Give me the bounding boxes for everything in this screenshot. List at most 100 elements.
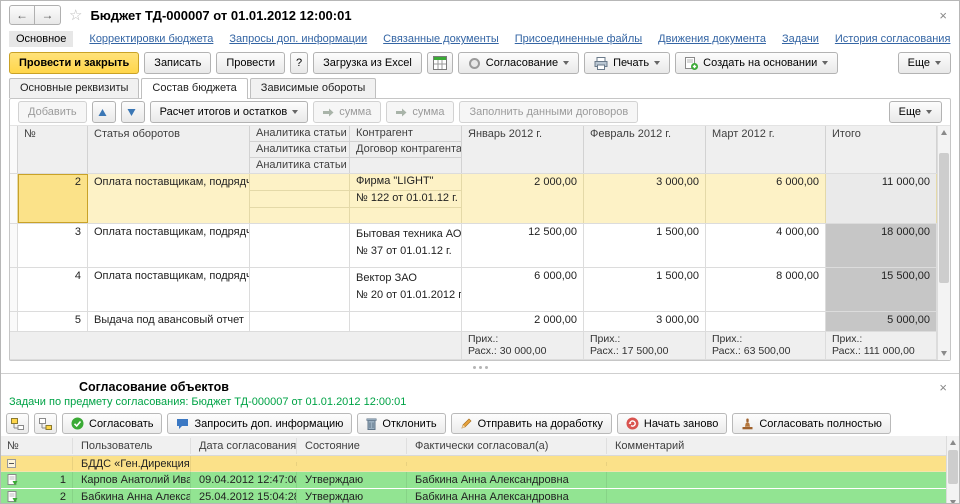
cell-item[interactable]: Оплата поставщикам, подрядчикам (88, 224, 250, 267)
save-button[interactable]: Записать (144, 52, 212, 74)
cell-counterparty[interactable]: Фирма "LIGHT" № 122 от 01.01.12 г. (350, 174, 462, 223)
cell-num[interactable]: 3 (18, 224, 88, 267)
cell-state[interactable]: Утверждаю (297, 472, 407, 488)
cell-analytics2[interactable] (250, 191, 349, 208)
tab-linked-documents[interactable]: Связанные документы (383, 33, 499, 45)
approval-close-icon[interactable]: × (935, 380, 951, 395)
cell-total[interactable]: 5 000,00 (826, 312, 937, 331)
cell-contract[interactable]: № 122 от 01.01.12 г. (350, 191, 461, 208)
reject-button[interactable]: Отклонить (357, 413, 446, 434)
cell-analytics3[interactable] (250, 208, 349, 223)
cell-user[interactable]: Карпов Анатолий Иванович (73, 472, 191, 488)
column-header-date[interactable]: Дата согласования (191, 437, 297, 454)
scroll-down-button[interactable] (938, 347, 950, 360)
move-up-button[interactable] (91, 101, 116, 123)
table-row[interactable]: 4 Оплата поставщикам, подрядчикам Вектор… (10, 268, 937, 312)
cell-mar[interactable]: 4 000,00 (706, 224, 826, 267)
column-header-feb[interactable]: Февраль 2012 г. (584, 126, 706, 173)
cell-jan[interactable]: 2 000,00 (462, 174, 584, 223)
cell-counterparty[interactable] (350, 312, 462, 331)
collapse-tree-button[interactable] (34, 413, 57, 434)
tab-tasks[interactable]: Задачи (782, 33, 819, 45)
move-down-button[interactable] (120, 101, 145, 123)
cell-mar[interactable]: 6 000,00 (706, 174, 826, 223)
column-header-total[interactable]: Итого (826, 126, 937, 173)
cell-num[interactable]: 2 (1, 489, 73, 503)
scroll-up-button[interactable] (938, 126, 950, 139)
cell-jan[interactable]: 12 500,00 (462, 224, 584, 267)
cell-comment[interactable] (607, 478, 946, 482)
cell-comment[interactable] (607, 495, 946, 499)
cell-feb[interactable]: 3 000,00 (584, 312, 706, 331)
scroll-up-button[interactable] (947, 436, 959, 449)
cell-analytics[interactable] (250, 312, 350, 331)
forward-button[interactable]: → (35, 5, 61, 25)
approval-vertical-scrollbar[interactable] (946, 436, 959, 503)
vertical-scrollbar[interactable] (937, 126, 950, 360)
approval-row[interactable]: 1 Карпов Анатолий Иванович 09.04.2012 12… (1, 472, 946, 489)
column-header-user[interactable]: Пользователь (73, 437, 191, 454)
cell-item[interactable]: Выдача под авансовый отчет (88, 312, 250, 331)
cell-mar[interactable] (706, 312, 826, 331)
group-expand-cell[interactable] (1, 457, 73, 470)
favorite-star-icon[interactable]: ☆ (69, 6, 82, 24)
more-button[interactable]: Еще (897, 52, 951, 74)
column-header-analytics3[interactable]: Аналитика статьи 3 (250, 158, 349, 173)
tab-document-movements[interactable]: Движения документа (658, 33, 766, 45)
add-row-button[interactable]: Добавить (18, 101, 87, 123)
cell-analytics[interactable] (250, 224, 350, 267)
cell-num[interactable]: 4 (18, 268, 88, 311)
cell-user[interactable]: Бабкина Анна Александровна (73, 489, 191, 503)
tab-main[interactable]: Основное (9, 31, 74, 47)
column-header-num[interactable]: № (18, 126, 88, 173)
cell-num[interactable]: 1 (1, 472, 73, 488)
tab-dependent-turnovers[interactable]: Зависимые обороты (249, 78, 377, 98)
print-button[interactable]: Печать (584, 52, 671, 74)
table-row[interactable]: 2 Оплата поставщикам, подрядчикам Фирма … (10, 174, 937, 224)
send-rework-button[interactable]: Отправить на доработку (450, 413, 612, 434)
cell-counterparty[interactable]: Бытовая техника АО ЗТ № 37 от 01.01.12 г… (350, 224, 462, 267)
create-based-on-button[interactable]: Создать на основании (675, 52, 839, 74)
column-header-contract[interactable]: Договор контрагента (350, 142, 461, 158)
column-header-comment[interactable]: Комментарий (607, 438, 946, 454)
column-header-mar[interactable]: Март 2012 г. (706, 126, 826, 173)
back-button[interactable]: ← (9, 5, 35, 25)
panel-splitter[interactable] (1, 361, 959, 373)
column-header-item[interactable]: Статья оборотов (88, 126, 250, 173)
cell-actual[interactable]: Бабкина Анна Александровна (407, 472, 607, 488)
table-row[interactable]: 3 Оплата поставщикам, подрядчикам Бытова… (10, 224, 937, 268)
cell-feb[interactable]: 1 500,00 (584, 268, 706, 311)
column-header-actual[interactable]: Фактически согласовал(а) (407, 437, 607, 454)
cell-item[interactable]: Оплата поставщикам, подрядчикам (88, 174, 250, 223)
approve-button[interactable]: Согласовать (62, 413, 163, 434)
cell-actual[interactable]: Бабкина Анна Александровна (407, 489, 607, 503)
scrollbar-track[interactable] (947, 449, 959, 496)
column-header-counterparty-label[interactable]: Контрагент (350, 126, 461, 142)
post-button[interactable]: Провести (216, 52, 285, 74)
post-and-close-button[interactable]: Провести и закрыть (9, 52, 140, 74)
excel-load-button[interactable]: Загрузка из Excel (313, 52, 422, 74)
approve-fully-button[interactable]: Согласовать полностью (732, 413, 891, 434)
column-header-analytics2[interactable]: Аналитика статьи 2 (250, 142, 349, 158)
column-header-counterparty[interactable]: Контрагент Договор контрагента (350, 126, 462, 173)
restart-button[interactable]: Начать заново (616, 413, 728, 434)
tab-main-requisites[interactable]: Основные реквизиты (9, 78, 140, 98)
cell-jan[interactable]: 6 000,00 (462, 268, 584, 311)
sum-left-button[interactable]: сумма (313, 101, 382, 123)
scrollbar-thumb[interactable] (939, 153, 949, 283)
column-header-analytics1[interactable]: Аналитика статьи 1 (250, 126, 349, 142)
column-header-num[interactable]: № (1, 437, 73, 454)
tab-budget-content[interactable]: Состав бюджета (141, 78, 248, 99)
cell-counterparty-name[interactable]: Фирма "LIGHT" (350, 174, 461, 191)
table-row[interactable]: 5 Выдача под авансовый отчет 2 000,00 3 … (10, 312, 937, 332)
cell-mar[interactable]: 8 000,00 (706, 268, 826, 311)
help-button[interactable]: ? (289, 52, 309, 74)
group-row[interactable]: БДДС «Ген.Дирекция ТД НК» (1, 455, 946, 472)
cell-analytics1[interactable] (250, 174, 349, 191)
scrollbar-thumb[interactable] (948, 450, 958, 484)
fill-from-contracts-button[interactable]: Заполнить данными договоров (459, 101, 639, 123)
tab-budget-adjustments[interactable]: Корректировки бюджета (89, 33, 213, 45)
cell-total[interactable]: 11 000,00 (826, 174, 937, 223)
expand-tree-button[interactable] (6, 413, 29, 434)
cell-feb[interactable]: 3 000,00 (584, 174, 706, 223)
